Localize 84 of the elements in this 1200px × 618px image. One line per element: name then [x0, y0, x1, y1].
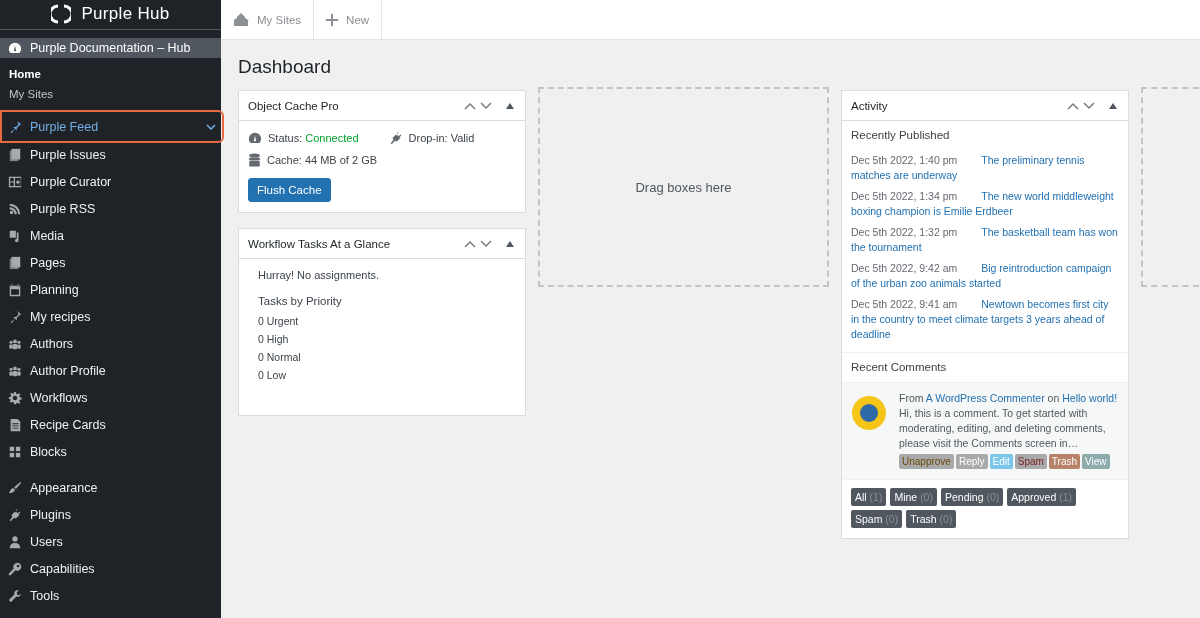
grid-icon: [8, 174, 22, 189]
comment-meta: From A WordPress Commenter on Hello world!: [899, 391, 1119, 406]
subheading: Tasks by Priority: [258, 295, 343, 307]
move-up-button[interactable]: [462, 101, 478, 110]
media-icon: [8, 228, 22, 243]
plug-icon: [388, 131, 403, 145]
pages-icon: [8, 255, 22, 270]
status-text: Status: Connected: [268, 132, 359, 144]
blocks-icon: [8, 444, 22, 459]
wrench-icon: [8, 588, 22, 603]
dashboard-icon: [8, 40, 22, 55]
sidebar-item[interactable]: Author Profile: [0, 357, 221, 384]
rss-icon: [8, 201, 22, 216]
database-icon: [248, 153, 261, 167]
pin-icon: [8, 119, 22, 134]
document-icon: [8, 417, 22, 432]
submenu-item[interactable]: Home: [0, 64, 50, 84]
published-post-entry[interactable]: Dec 5th 2022, 9:42 am Big reintroduction campaign of the urban zoo animals started: [851, 261, 1119, 291]
sidebar-item[interactable]: Appearance: [0, 474, 221, 501]
move-down-button[interactable]: [1081, 101, 1097, 110]
priority-count: 0 Normal: [258, 351, 302, 363]
key-icon: [8, 561, 22, 576]
collapse-button[interactable]: [504, 240, 516, 247]
move-down-button[interactable]: [478, 101, 494, 110]
cache-text: Cache: 44 MB of 2 GB: [267, 154, 378, 166]
move-up-button[interactable]: [462, 239, 478, 248]
widget-title: Activity: [851, 99, 889, 112]
submenu-item[interactable]: My Sites: [0, 84, 63, 104]
section-heading: Recently Published: [851, 129, 951, 141]
sidebar-item[interactable]: Recipe Cards: [0, 411, 221, 438]
site-menu-item[interactable]: Purple Documentation – Hub: [0, 37, 221, 58]
comment-action-link[interactable]: Spam: [1014, 454, 1047, 469]
pages-icon: [8, 147, 22, 162]
gauge-icon: [248, 131, 262, 145]
sidebar-item[interactable]: Workflows: [0, 384, 221, 411]
page-title: Dashboard: [238, 56, 332, 78]
sidebar-item[interactable]: Planning: [0, 276, 221, 303]
sidebar-item[interactable]: Purple Issues: [0, 141, 221, 168]
sidebar-item[interactable]: Purple Feed: [0, 110, 224, 143]
dropin-text: Drop-in: Valid: [408, 132, 475, 144]
plug-icon: [8, 507, 22, 522]
drop-zone-text: Drag boxes here: [635, 179, 732, 195]
gear-icon: [8, 390, 22, 405]
move-down-button[interactable]: [478, 239, 494, 248]
avatar: [851, 395, 887, 431]
sidebar-item[interactable]: Media: [0, 222, 221, 249]
sidebar-item[interactable]: Authors: [0, 330, 221, 357]
sidebar-item[interactable]: Blocks: [0, 438, 221, 465]
sidebar-item[interactable]: Purple Curator: [0, 168, 221, 195]
comment-text: Hi, this is a comment. To get started with moderating, editing, and deleting comments, please visit the Comments screen in…: [899, 406, 1107, 451]
sidebar-item[interactable]: Capabilities: [0, 555, 221, 582]
sidebar-item[interactable]: Users: [0, 528, 221, 555]
author-link[interactable]: A WordPress Commenter: [925, 392, 1045, 404]
collapse-button[interactable]: [504, 102, 516, 109]
priority-count: 0 Urgent: [258, 315, 300, 327]
published-post-entry[interactable]: Dec 5th 2022, 1:34 pm The new world middleweight boxing champion is Emilie Erdbeer: [851, 189, 1119, 219]
logo-icon: [51, 4, 72, 25]
section-heading: Recent Comments: [851, 361, 948, 373]
published-post-entry[interactable]: Dec 5th 2022, 1:32 pm The basketball team has won the tournament: [851, 225, 1119, 255]
message-text: Hurray! No assignments.: [258, 269, 381, 281]
plus-icon: [326, 13, 339, 26]
sidebar-item[interactable]: Tools: [0, 582, 221, 609]
sidebar-item[interactable]: Purple RSS: [0, 195, 221, 222]
post-link[interactable]: Hello world!: [1062, 392, 1118, 404]
calendar-icon: [8, 282, 22, 297]
comment-filter[interactable]: Mine (0): [890, 488, 937, 506]
user-icon: [8, 534, 22, 549]
brand-name: Purple Hub: [81, 4, 170, 25]
comment-action-link[interactable]: Unapprove: [899, 454, 954, 469]
pin-icon: [8, 309, 22, 324]
chevron-icon: [206, 123, 216, 130]
flush-cache-button[interactable]: Flush Cache: [248, 178, 331, 202]
published-post-entry[interactable]: Dec 5th 2022, 1:40 pm The preliminary tennis matches are underway: [851, 153, 1119, 183]
priority-count: 0 High: [258, 333, 290, 345]
published-post-entry[interactable]: Dec 5th 2022, 9:41 am Newtown becomes first city in the country to meet climate targets 3 years ahead of deadline: [851, 297, 1119, 342]
priority-count: 0 Low: [258, 369, 288, 381]
sidebar-item[interactable]: Plugins: [0, 501, 221, 528]
move-up-button[interactable]: [1065, 101, 1081, 110]
sidebar-item[interactable]: Pages: [0, 249, 221, 276]
widget-title: Object Cache Pro: [248, 99, 340, 112]
brush-icon: [8, 480, 22, 495]
widget-title: Workflow Tasks At a Glance: [248, 237, 392, 250]
collapse-button[interactable]: [1107, 102, 1119, 109]
sidebar-item[interactable]: My recipes: [0, 303, 221, 330]
